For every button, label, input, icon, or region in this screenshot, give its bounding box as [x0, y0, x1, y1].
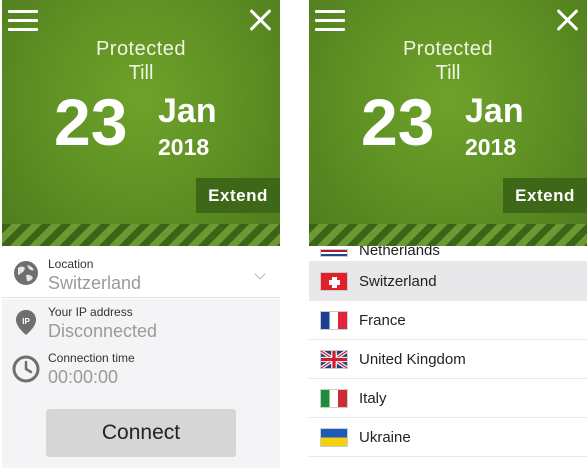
country-name: Netherlands: [359, 246, 440, 259]
till-label: Till: [435, 62, 461, 84]
vpn-status-panel: Protected Till 23 Jan 2018 Extend Locati…: [2, 0, 280, 468]
ip-pin-icon: IP: [16, 310, 36, 335]
ip-address-row: IP Your IP address Disconnected: [2, 299, 280, 345]
connection-time-label: Connection time: [48, 351, 135, 365]
country-list[interactable]: Netherlands Switzerland France United Ki…: [309, 246, 587, 468]
connection-time-value: 00:00:00: [48, 367, 119, 387]
country-item-netherlands[interactable]: Netherlands: [309, 246, 587, 262]
country-item-italy[interactable]: Italy: [309, 379, 587, 418]
protected-label: Protected: [95, 38, 187, 60]
connection-time-row: Connection time 00:00:00: [2, 345, 280, 395]
globe-icon: [14, 261, 38, 285]
protected-label: Protected: [402, 38, 494, 60]
ch-flag-icon: [320, 271, 348, 291]
expiry-year: 2018: [465, 134, 517, 160]
till-label: Till: [128, 62, 154, 84]
chevron-down-icon: [254, 268, 266, 280]
country-item-switzerland[interactable]: Switzerland: [309, 262, 587, 301]
ua-flag-icon: [320, 427, 348, 447]
striped-divider: [309, 224, 587, 246]
expiry-day: 23: [361, 85, 435, 159]
protection-hero: Protected Till 23 Jan 2018 Extend: [2, 0, 280, 246]
it-flag-icon: [320, 388, 348, 408]
country-name: United Kingdom: [359, 350, 466, 368]
location-selector[interactable]: Location Switzerland: [2, 248, 280, 298]
extend-button[interactable]: Extend: [503, 178, 587, 213]
ip-label: Your IP address: [48, 305, 133, 319]
country-name: Ukraine: [359, 428, 411, 446]
country-item-france[interactable]: France: [309, 301, 587, 340]
striped-divider: [2, 224, 280, 246]
connect-button[interactable]: Connect: [46, 409, 236, 457]
ip-value: Disconnected: [48, 321, 158, 341]
menu-icon[interactable]: [8, 10, 38, 32]
nl-flag-icon: [320, 249, 348, 257]
expiry-month: Jan: [158, 92, 217, 130]
close-icon[interactable]: [247, 6, 273, 32]
expiry-month: Jan: [465, 92, 524, 130]
extend-button[interactable]: Extend: [196, 178, 280, 213]
menu-icon[interactable]: [315, 10, 345, 32]
country-name: Switzerland: [359, 272, 437, 290]
country-name: Italy: [359, 389, 387, 407]
clock-icon: [12, 355, 40, 383]
location-value: Switzerland: [48, 273, 142, 293]
close-icon[interactable]: [554, 6, 580, 32]
protection-hero: Protected Till 23 Jan 2018 Extend: [309, 0, 587, 246]
svg-text:IP: IP: [22, 317, 30, 326]
uk-flag-icon: [320, 349, 348, 369]
country-item-ukraine[interactable]: Ukraine: [309, 418, 587, 457]
country-picker-panel: Protected Till 23 Jan 2018 Extend Nether…: [309, 0, 587, 468]
location-label: Location: [48, 257, 94, 271]
country-item-united-kingdom[interactable]: United Kingdom: [309, 340, 587, 379]
expiry-day: 23: [54, 85, 128, 159]
fr-flag-icon: [320, 310, 348, 330]
country-name: France: [359, 311, 406, 329]
expiry-year: 2018: [158, 134, 210, 160]
